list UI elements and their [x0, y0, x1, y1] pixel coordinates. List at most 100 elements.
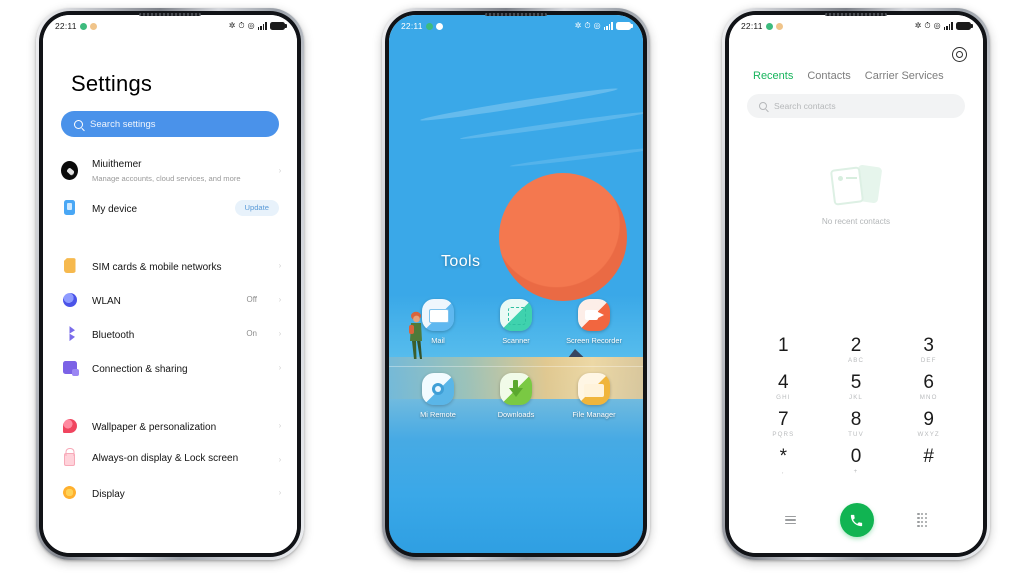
folder-overlay: Tools Mail Scanner Screen Recorder Mi Re… [389, 15, 643, 553]
settings-row-account[interactable]: Miuithemer Manage accounts, cloud servic… [43, 151, 297, 191]
dialpad-key-1[interactable]: 1 [747, 331, 820, 368]
key-number: 9 [923, 408, 934, 430]
mail-app-icon [422, 299, 454, 331]
status-bar-left: 22:11 [401, 21, 443, 31]
sim-icon [61, 257, 78, 274]
key-letters: MNO [919, 393, 938, 401]
empty-contacts-illustration [829, 164, 883, 208]
wifi-icon [61, 291, 78, 308]
settings-row-my-device[interactable]: My device Update [43, 191, 297, 225]
call-button[interactable] [839, 503, 874, 537]
settings-row-connection-sharing[interactable]: Connection & sharing › [43, 351, 297, 385]
app-mi-remote[interactable]: Mi Remote [410, 373, 466, 419]
dialer-tabs: Recents Contacts Carrier Services [729, 62, 983, 82]
screen-recorder-app-icon [578, 299, 610, 331]
connection-icon [61, 359, 79, 377]
dialpad-key-7[interactable]: 7 PQRS [747, 405, 820, 442]
key-number: 2 [850, 335, 862, 356]
status-bar-left: 22:11 [55, 21, 97, 31]
key-number: 5 [850, 371, 862, 393]
bluetooth-icon [61, 325, 78, 342]
tab-recents[interactable]: Recents [753, 70, 793, 82]
phone-bezel: 22:11 ✲ ⏱ ◎ Settings Search settings Miu… [39, 11, 301, 557]
app-file-manager[interactable]: File Manager [566, 373, 622, 419]
app-label: File Manager [572, 410, 616, 419]
settings-row-wallpaper[interactable]: Wallpaper & personalization › [43, 409, 297, 443]
key-number: # [923, 445, 934, 467]
status-bar-right: ✲ ⏱ ◎ [575, 21, 633, 30]
lock-icon [61, 451, 78, 468]
settings-row-sim[interactable]: SIM cards & mobile networks › [43, 249, 297, 283]
update-badge[interactable]: Update [234, 199, 279, 216]
phone-screen-settings: 22:11 ✲ ⏱ ◎ Settings Search settings Miu… [43, 15, 297, 553]
gear-icon[interactable] [952, 47, 967, 62]
screenshot-stage: 22:11 ✲ ⏱ ◎ Settings Search settings Miu… [0, 0, 1024, 576]
phone-device-dialer: 22:11 ✲ ⏱ ◎ Recents Contacts Carrier Ser… [722, 8, 990, 560]
display-icon [61, 484, 78, 501]
dialpad-key-8[interactable]: 8 TUV [820, 405, 893, 442]
dnd-icon: ◎ [593, 21, 601, 30]
app-label: Screen Recorder [566, 336, 622, 345]
dialpad-key-3[interactable]: 3 DEF [892, 331, 965, 368]
app-screen-recorder[interactable]: Screen Recorder [566, 299, 622, 345]
search-contacts-input[interactable]: Search contacts [747, 94, 965, 118]
dialpad-row: 1 2 ABC 3 DEF [747, 331, 965, 368]
settings-row-display[interactable]: Display › [43, 476, 297, 510]
empty-state-text: No recent contacts [821, 217, 891, 226]
dialpad-key-0[interactable]: 0 + [820, 442, 893, 479]
call-icon [851, 514, 863, 526]
menu-icon[interactable] [784, 515, 796, 525]
app-mail[interactable]: Mail [410, 299, 466, 345]
dialpad-key-4[interactable]: 4 GHI [747, 368, 820, 405]
dialpad-key-5[interactable]: 5 JKL [820, 368, 893, 405]
folder-apps-row-1: Mail Scanner Screen Recorder [389, 293, 643, 367]
settings-item-label: Always-on display & Lock screen [92, 452, 239, 464]
app-label: Downloads [497, 410, 535, 419]
settings-row-bluetooth[interactable]: Bluetooth On › [43, 317, 297, 351]
key-number: 7 [778, 408, 789, 430]
sim-text: SIM cards & mobile networks [92, 257, 263, 275]
dialpad-key-9[interactable]: 9 WXYZ [892, 405, 965, 442]
wallpaper-text: Wallpaper & personalization [92, 417, 263, 435]
empty-state: No recent contacts [729, 164, 983, 226]
dialpad-key-hash[interactable]: # [892, 442, 965, 479]
search-settings-input[interactable]: Search settings [61, 111, 279, 137]
tab-carrier-services[interactable]: Carrier Services [865, 70, 944, 82]
dialpad-key-star[interactable]: * , [747, 442, 820, 479]
settings-list: Miuithemer Manage accounts, cloud servic… [43, 151, 297, 510]
my-device-text: My device [92, 199, 221, 217]
dialpad: 1 2 ABC 3 DEF 4 GHI 5 JKL 6 MNO 7 PQRS 8… [729, 331, 983, 479]
dialpad-key-6[interactable]: 6 MNO [892, 368, 965, 405]
status-time: 22:11 [741, 21, 763, 31]
key-letters: ABC [847, 356, 865, 364]
account-text: Miuithemer Manage accounts, cloud servic… [92, 159, 263, 183]
device-icon [61, 199, 78, 216]
bluetooth-icon: ✲ [914, 21, 922, 30]
key-number: 1 [778, 335, 789, 356]
dialpad-icon[interactable] [917, 513, 928, 527]
key-letters: TUV [848, 430, 864, 438]
wlan-value: Off [246, 295, 257, 305]
battery-icon [956, 22, 973, 30]
settings-row-wlan[interactable]: WLAN Off › [43, 283, 297, 317]
tab-contacts[interactable]: Contacts [807, 70, 850, 82]
account-name: Miuithemer [92, 159, 142, 170]
phone-bezel: 22:11 ✲ ⏱ ◎ Tools Mail Scanner Screen Re… [385, 11, 647, 557]
wlan-text: WLAN [92, 291, 232, 309]
dialpad-key-2[interactable]: 2 ABC [820, 331, 893, 368]
key-number: * [779, 445, 788, 467]
key-number: 8 [850, 408, 862, 430]
app-downloads[interactable]: Downloads [488, 373, 544, 419]
notification-dot-green [765, 22, 773, 30]
key-letters: PQRS [772, 430, 795, 438]
phone-device-home: 22:11 ✲ ⏱ ◎ Tools Mail Scanner Screen Re… [382, 8, 650, 560]
app-scanner[interactable]: Scanner [488, 299, 544, 345]
chevron-right-icon: › [278, 421, 282, 431]
earpiece-speaker [139, 13, 201, 16]
chevron-right-icon: › [278, 488, 282, 498]
chevron-right-icon: › [278, 261, 282, 271]
notification-dot-white [435, 22, 443, 30]
phone-screen-home: 22:11 ✲ ⏱ ◎ Tools Mail Scanner Screen Re… [389, 15, 643, 553]
settings-row-aod-lock[interactable]: Always-on display & Lock screen › [43, 443, 297, 476]
status-time: 22:11 [55, 21, 77, 31]
